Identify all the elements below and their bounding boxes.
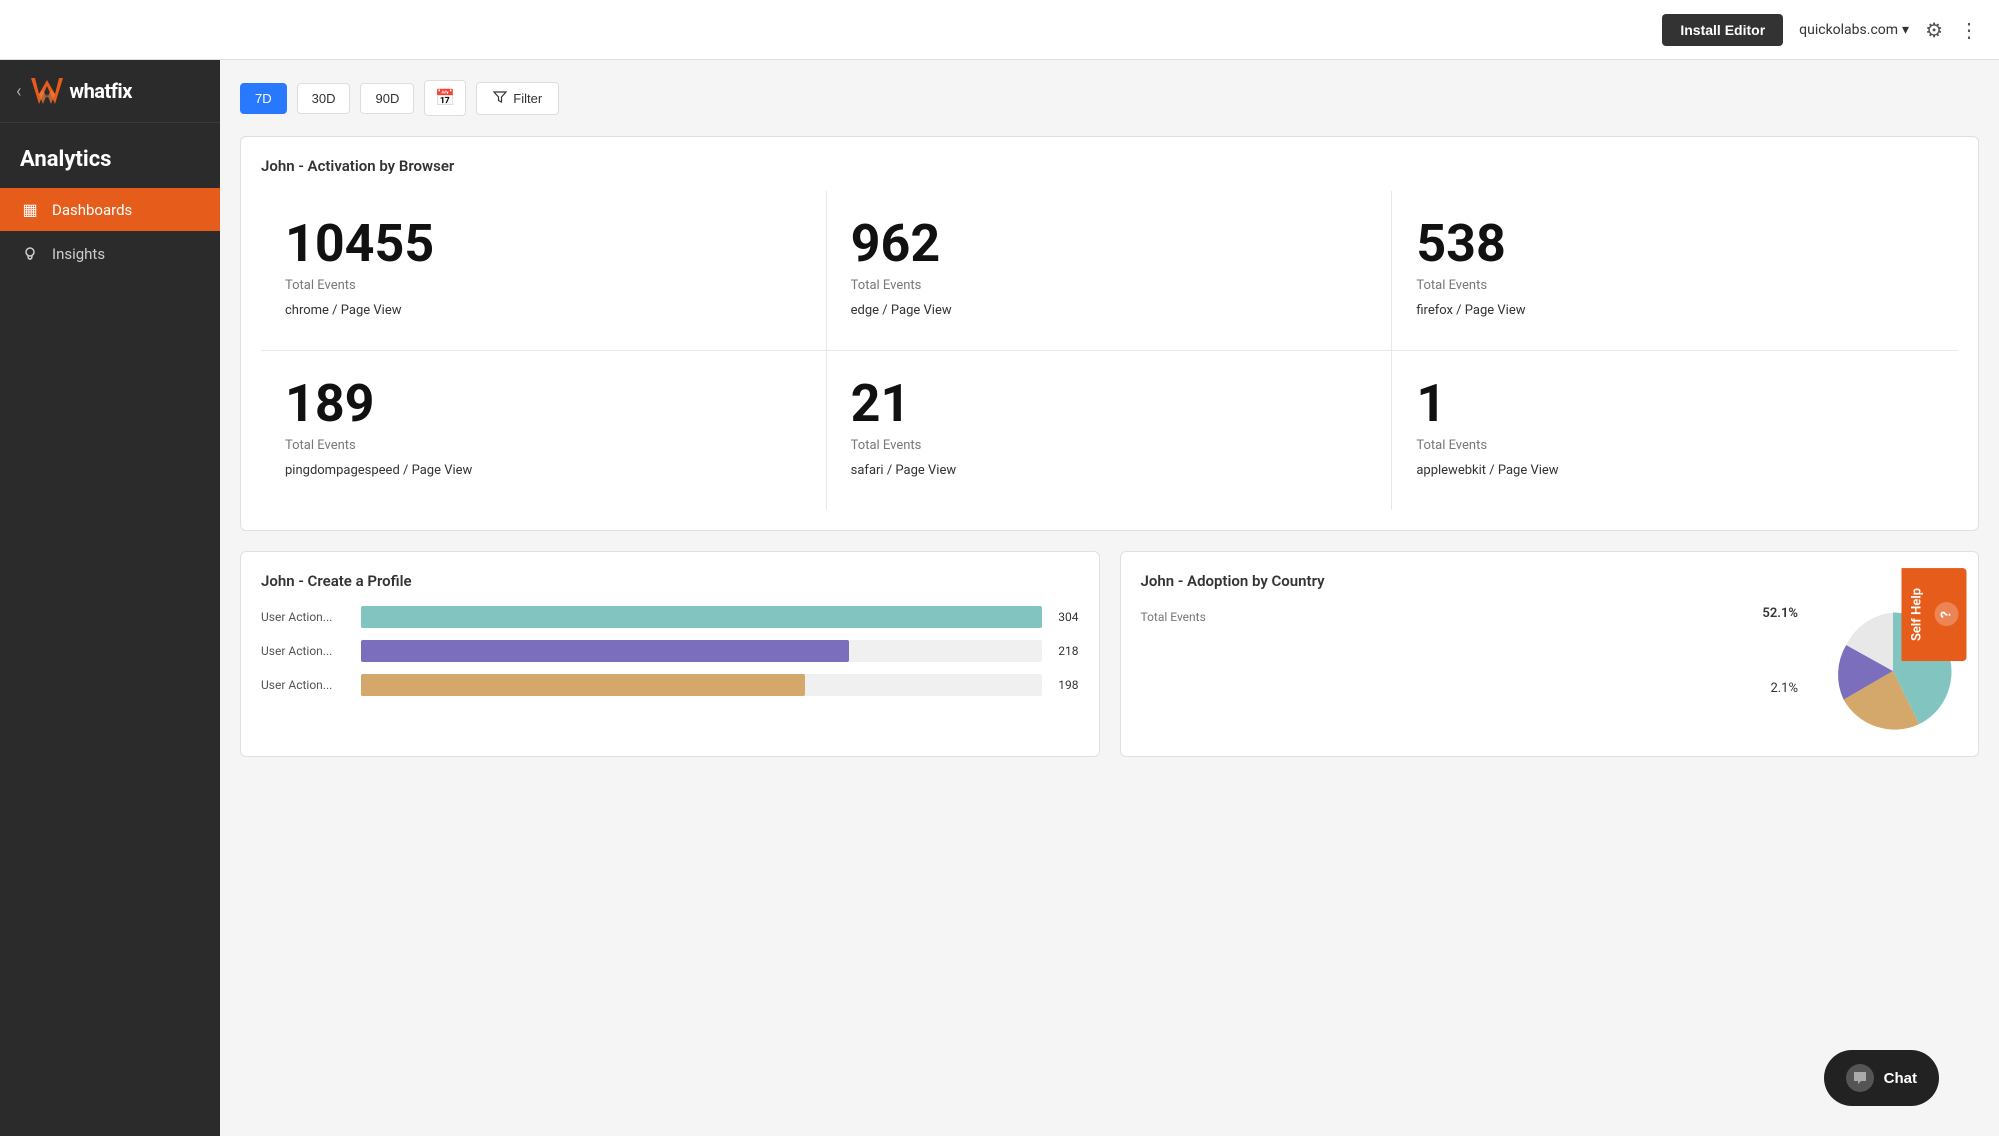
bar-value-1: 304 [1058,610,1078,624]
dashboards-icon: ▦ [20,200,40,219]
stat-label-firefox: Total Events [1416,278,1934,293]
activation-section-title: John - Activation by Browser [261,157,1958,175]
total-events-label-area: Total Events [1141,606,1206,625]
sidebar-item-insights-label: Insights [52,245,105,263]
stat-number-safari: 21 [851,375,1368,432]
chat-icon [1846,1064,1874,1092]
domain-arrow-icon: ▾ [1902,22,1909,38]
sidebar-item-dashboards-label: Dashboards [52,201,132,219]
profile-section-title: John - Create a Profile [261,572,1079,590]
sidebar-item-insights[interactable]: Insights [0,233,220,275]
stats-grid: 10455 Total Events chrome / Page View 96… [261,191,1958,510]
create-profile-section: John - Create a Profile User Action... 3… [240,551,1100,757]
stat-detail-firefox: firefox / Page View [1416,303,1934,318]
layout: ‹ whatfix Analytics ▦ Dashboards [0,60,1999,1136]
bar-value-2: 218 [1058,644,1078,658]
stat-safari: 21 Total Events safari / Page View [827,351,1393,510]
stat-number-applewebkit: 1 [1416,375,1934,432]
bar-row-1: User Action... 304 [261,606,1079,628]
sidebar: ‹ whatfix Analytics ▦ Dashboards [0,60,220,1136]
self-help-label: Self Help [1910,588,1925,641]
back-arrow-icon[interactable]: ‹ [16,81,21,102]
pie-percentage-2: 2.1% [1762,681,1798,696]
bar-fill-2 [361,640,849,662]
filter-button[interactable]: Filter [476,82,559,115]
country-section-title: John - Adoption by Country [1141,572,1959,590]
total-events-label: Total Events [1141,610,1206,624]
stat-chrome: 10455 Total Events chrome / Page View [261,191,827,351]
stat-detail-safari: safari / Page View [851,463,1368,478]
date-90d-button[interactable]: 90D [360,83,414,114]
whatfix-logo-text: whatfix [69,79,132,103]
bar-fill-1 [361,606,1042,628]
bar-fill-3 [361,674,805,696]
stat-number-firefox: 538 [1416,215,1934,272]
date-toolbar: 7D 30D 90D 📅 Filter [240,80,1979,116]
self-help-question-icon: ? [1935,603,1959,627]
calendar-icon: 📅 [435,90,455,107]
filter-icon [493,90,507,107]
bar-value-3: 198 [1058,678,1078,692]
self-help-tab[interactable]: ? Self Help [1902,568,1967,661]
domain-selector[interactable]: quickolabs.com ▾ [1799,22,1909,38]
stat-label-pingdom: Total Events [285,438,802,453]
stat-label-chrome: Total Events [285,278,802,293]
stat-detail-chrome: chrome / Page View [285,303,802,318]
sidebar-item-dashboards[interactable]: ▦ Dashboards [0,188,220,231]
sidebar-logo-area: ‹ whatfix [0,60,220,123]
stat-detail-edge: edge / Page View [851,303,1368,318]
install-editor-button[interactable]: Install Editor [1662,14,1783,46]
bar-chart: User Action... 304 User Action... 218 [261,606,1079,696]
bar-label-3: User Action... [261,678,351,692]
pie-percentage-area: 52.1% 2.1% [1762,606,1798,696]
whatfix-logo: whatfix [29,76,132,106]
bar-label-2: User Action... [261,644,351,658]
date-7d-button[interactable]: 7D [240,83,287,114]
chat-label: Chat [1884,1070,1917,1087]
insights-icon [20,246,40,262]
bar-row-2: User Action... 218 [261,640,1079,662]
stat-label-applewebkit: Total Events [1416,438,1934,453]
bar-track-2 [361,640,1042,662]
sidebar-section-title: Analytics [0,123,220,180]
chat-button[interactable]: Chat [1824,1050,1939,1106]
stat-label-edge: Total Events [851,278,1368,293]
sidebar-navigation: ▦ Dashboards Insights [0,180,220,283]
date-30d-button[interactable]: 30D [297,83,351,114]
main-content: 7D 30D 90D 📅 Filter John - Activation by… [220,60,1999,1136]
stat-pingdom: 189 Total Events pingdompagespeed / Page… [261,351,827,510]
adoption-by-country-section: John - Adoption by Country Total Events … [1120,551,1980,757]
stat-label-safari: Total Events [851,438,1368,453]
stat-edge: 962 Total Events edge / Page View [827,191,1393,351]
filter-label: Filter [513,91,542,106]
pie-percentage-1: 52.1% [1762,606,1798,621]
settings-icon[interactable]: ⚙ [1925,18,1943,42]
topbar: Install Editor quickolabs.com ▾ ⚙ ⋮ [0,0,1999,60]
whatfix-logo-icon [29,76,69,106]
activation-by-browser-section: John - Activation by Browser 10455 Total… [240,136,1979,531]
bottom-row: John - Create a Profile User Action... 3… [240,551,1979,757]
pie-chart-area: 52.1% 2.1% [1226,606,1958,736]
stat-applewebkit: 1 Total Events applewebkit / Page View [1392,351,1958,510]
stat-number-pingdom: 189 [285,375,802,432]
stat-number-chrome: 10455 [285,215,802,272]
more-menu-icon[interactable]: ⋮ [1959,18,1979,42]
stat-detail-applewebkit: applewebkit / Page View [1416,463,1934,478]
stat-number-edge: 962 [851,215,1368,272]
bar-track-3 [361,674,1042,696]
bar-label-1: User Action... [261,610,351,624]
calendar-button[interactable]: 📅 [424,80,466,116]
bar-track-1 [361,606,1042,628]
stat-detail-pingdom: pingdompagespeed / Page View [285,463,802,478]
bar-row-3: User Action... 198 [261,674,1079,696]
stat-firefox: 538 Total Events firefox / Page View [1392,191,1958,351]
domain-label: quickolabs.com [1799,22,1898,38]
